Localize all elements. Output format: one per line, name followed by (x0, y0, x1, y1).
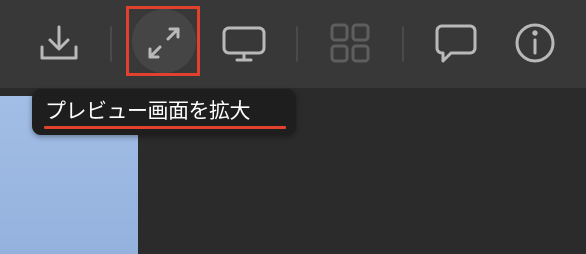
info-button[interactable] (510, 18, 560, 68)
download-button[interactable] (34, 18, 84, 68)
grid-view-icon (330, 23, 370, 63)
toolbar-separator (110, 26, 112, 62)
comment-button[interactable] (431, 18, 481, 68)
toolbar (0, 0, 586, 88)
comment-icon (435, 24, 477, 63)
slideshow-icon (222, 26, 266, 62)
highlight-box (126, 6, 200, 76)
slideshow-button[interactable] (219, 18, 269, 68)
tooltip-text: プレビュー画面を拡大 (45, 99, 251, 123)
grid-view-button (325, 18, 375, 68)
tooltip-underline (44, 126, 286, 129)
info-icon (515, 23, 555, 63)
download-icon (40, 25, 78, 60)
toolbar-separator (402, 26, 404, 62)
tooltip: プレビュー画面を拡大 (32, 89, 296, 135)
toolbar-separator (296, 26, 298, 62)
